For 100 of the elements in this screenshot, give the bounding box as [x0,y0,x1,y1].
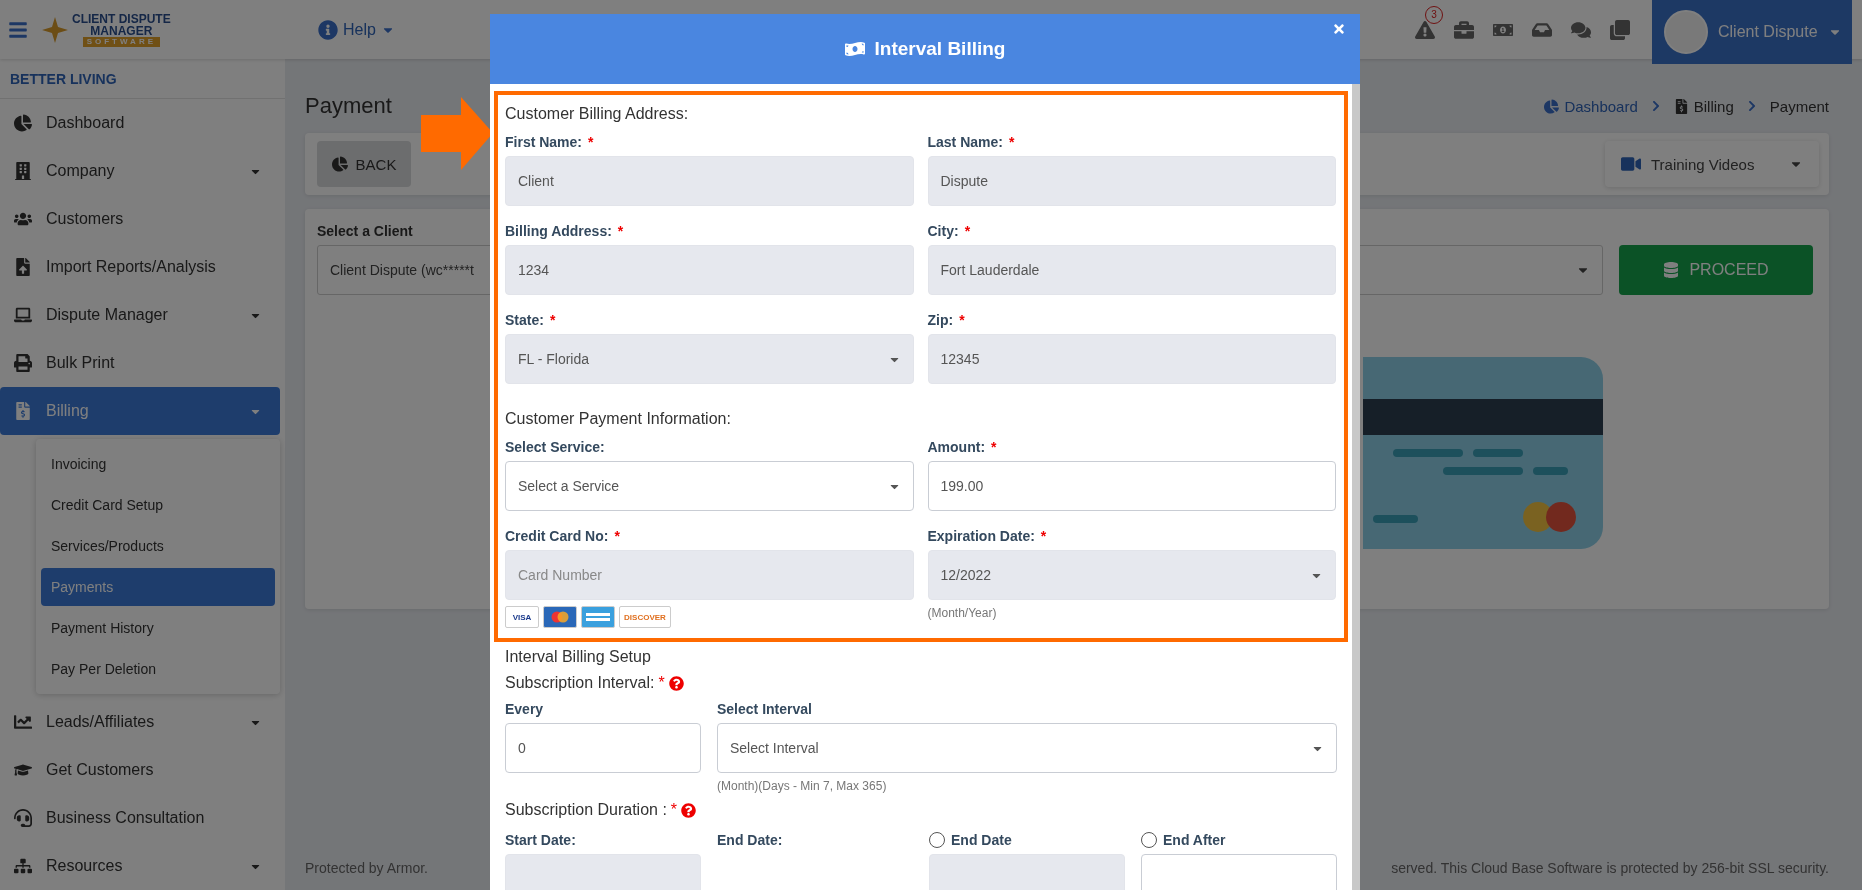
field-hint: (Month/Year) [927,606,998,620]
submenu-item[interactable]: Payments [41,568,275,606]
field-label: State: [505,311,544,328]
required-mark: * [991,438,997,455]
required-mark: * [670,801,678,819]
sidebar-item[interactable]: Dashboard [0,99,280,147]
page-title: Payment [305,93,392,119]
count-badge: 3 [1425,5,1443,24]
field-label: Subscription Duration : [505,801,667,819]
warning-icon[interactable] [1415,19,1435,40]
field-label: Select Service: [505,438,605,455]
line-chart-icon [14,713,32,731]
submenu-item[interactable]: Services/Products [41,527,275,565]
pie-chart-icon [1544,98,1560,114]
required-mark: * [964,222,971,239]
compass-star-icon [42,16,68,43]
laptop-icon [14,306,32,324]
field-label: Start Date: [505,831,576,848]
field-label: Expiration Date: [927,527,1035,544]
section-heading: Customer Payment Information: [505,410,732,428]
input-field[interactable]: 199.00 [927,461,1336,511]
sidebar-item[interactable]: Dispute Manager [0,291,280,339]
required-mark: * [1040,527,1047,544]
field-label: Select Interval [717,700,812,717]
radio-label: End Date [951,831,1012,848]
overlapping-circles-icon [550,611,570,623]
invoice-icon [14,402,32,420]
breadcrumb-item: Payment [1769,97,1829,115]
field-label: Subscription Interval: [505,674,655,692]
footer-text: Protected by Armor. [305,860,428,876]
required-mark: * [1008,133,1015,150]
video-camera-icon [1621,154,1641,174]
chat-icon[interactable] [1571,19,1591,40]
card-logo: VISA [505,606,539,628]
training-videos-button[interactable]: Training Videos [1605,141,1819,187]
field-hint: (Month)(Days - Min 7, Max 365) [717,779,888,793]
required-mark: * [658,674,665,692]
sitemap-icon [14,857,32,875]
breadcrumb-item[interactable]: Dashboard [1544,97,1638,115]
field-label: First Name: [505,133,583,150]
menu-icon[interactable] [8,19,28,40]
breadcrumb-item[interactable]: Billing [1673,97,1734,115]
field-label: Zip: [927,311,954,328]
sidebar-item[interactable]: Customers [0,195,280,243]
submenu-item[interactable]: Invoicing [41,445,275,483]
input-field[interactable]: 0 [505,723,701,773]
help-menu[interactable]: Help [318,19,395,40]
file-upload-icon [14,258,32,276]
sidebar-item[interactable]: Import Reports/Analysis [0,243,280,291]
sidebar-item[interactable]: Get Customers [0,746,280,794]
submenu-item[interactable]: Pay Per Deletion [41,650,275,688]
database-icon [1663,262,1680,278]
submenu-item[interactable]: Payment History [41,609,275,647]
sidebar-item[interactable]: Leads/Affiliates [0,698,280,746]
submenu-item[interactable]: Credit Card Setup [41,486,275,524]
select-field[interactable]: Select a Service [505,461,914,511]
sidebar-item[interactable]: Billing [0,387,280,435]
file-icon [1673,98,1689,114]
section-heading: Customer Billing Address: [505,105,690,123]
avatar [1664,10,1708,54]
radio-label: End After [1163,831,1226,848]
section-heading: Interval Billing Setup [505,648,652,666]
field-label: End Date: [717,831,783,848]
field-label: City: [927,222,959,239]
field-label: Last Name: [927,133,1003,150]
required-mark: * [614,527,620,544]
sidebar-item[interactable]: Business Consultation [0,794,280,842]
info-icon [318,19,338,40]
help-icon[interactable] [668,675,684,691]
banknote-icon [844,39,865,59]
field-label: Credit Card No: [505,527,609,544]
briefcase-icon[interactable] [1454,19,1474,40]
sidebar-item[interactable]: Bulk Print [0,339,280,387]
required-mark: * [959,311,965,328]
account-name: BETTER LIVING [0,59,285,99]
field-label: Every [505,700,544,717]
proceed-button[interactable]: PROCEED [1619,245,1813,295]
app-logo: CLIENT DISPUTE MANAGER SOFTWARE [72,12,171,47]
users-icon [14,210,32,228]
select-field[interactable]: Select Interval [717,723,1337,773]
pie-chart-icon [14,114,32,132]
required-mark: * [588,133,594,150]
copy-icon[interactable] [1610,19,1630,40]
headset-icon [14,809,32,827]
card-logo: DISCOVER [619,606,671,628]
pie-chart-icon [331,156,348,172]
card-stripes-icon [585,612,611,622]
input-field[interactable] [1141,854,1337,890]
field-label: Billing Address: [505,222,612,239]
back-button[interactable]: BACK [317,141,411,187]
sidebar-item[interactable]: Resources [0,842,280,890]
help-icon[interactable] [681,802,697,818]
building-icon [14,162,32,180]
footer-text: served. This Cloud Base Software is protected by 256-bit SSL security. [1391,860,1829,876]
user-menu[interactable]: Client Dispute [1652,0,1852,64]
field-label: Amount: [927,438,986,455]
sidebar-item[interactable]: Company [0,147,280,195]
required-mark: * [617,222,624,239]
print-icon [14,354,32,372]
modal-title: Interval Billing [874,38,1006,60]
